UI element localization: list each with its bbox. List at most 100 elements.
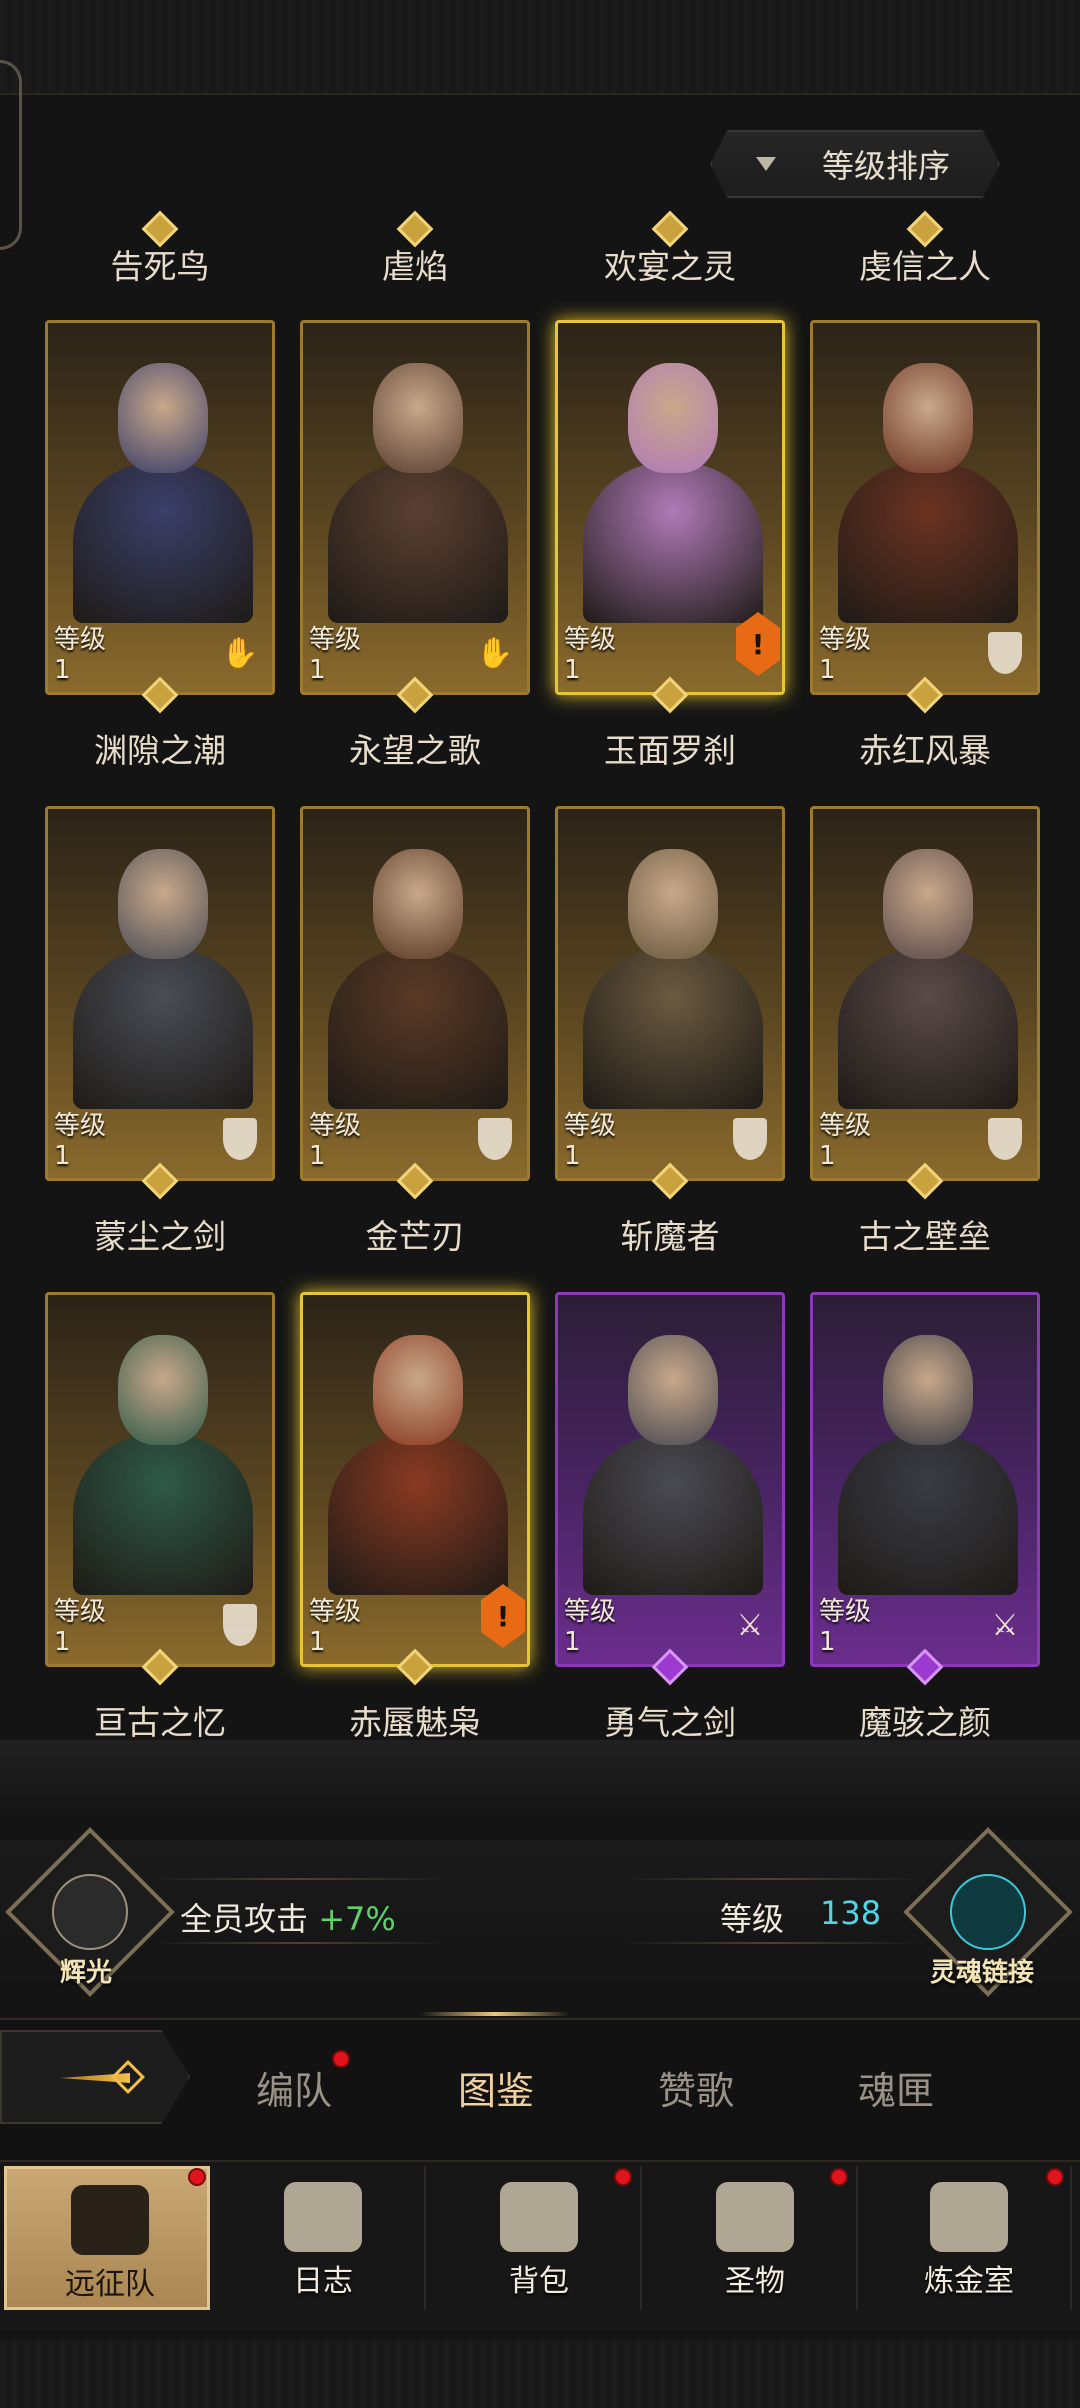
level-value: 1 <box>564 655 581 685</box>
compass-icon <box>36 1858 144 1966</box>
tab-hymns[interactable]: 赞歌 <box>616 2060 776 2115</box>
hero-name: 勇气之剑 <box>604 1703 736 1742</box>
nav-journal[interactable]: 日志 <box>220 2166 426 2310</box>
portrait-body <box>73 1435 253 1595</box>
hero-level: 等级 1 <box>564 1597 616 1657</box>
shield-icon <box>983 1114 1027 1164</box>
hero-card[interactable]: 等级 1 <box>810 320 1040 695</box>
level-label: 等级 <box>54 625 107 655</box>
shield-icon <box>728 1114 772 1164</box>
divider <box>620 1878 920 1880</box>
chalice-icon <box>716 2182 794 2252</box>
tab-soul-box[interactable]: 魂匣 <box>816 2060 976 2115</box>
portrait-body <box>328 1435 508 1595</box>
hero-level: 等级 1 <box>564 625 616 685</box>
tab-codex[interactable]: 图鉴 <box>416 2060 576 2115</box>
hero-portrait <box>63 343 263 623</box>
divider <box>620 1942 920 1944</box>
portrait-head <box>883 363 973 473</box>
level-value: 1 <box>819 1141 836 1171</box>
hero-portrait <box>573 343 773 623</box>
nav-label: 背包 <box>509 2264 569 2299</box>
nav-backpack[interactable]: 背包 <box>436 2166 642 2310</box>
hand-icon: ✋ <box>476 635 514 671</box>
hero-name: 赤蜃魅枭 <box>349 1703 481 1742</box>
hero-portrait <box>318 829 518 1109</box>
level-value: 1 <box>54 1141 71 1171</box>
hero-level: 等级 1 <box>309 625 361 685</box>
level-label: 等级 <box>54 1597 107 1627</box>
nav-alchemy[interactable]: 炼金室 <box>866 2166 1072 2310</box>
portrait-body <box>838 463 1018 623</box>
hero-portrait <box>573 829 773 1109</box>
level-label: 等级 <box>54 1111 107 1141</box>
portrait-head <box>628 1335 718 1445</box>
hero-card[interactable]: 等级 1 ✋ <box>45 320 275 695</box>
hero-name: 金芒刃 <box>365 1217 465 1256</box>
level-value: 1 <box>819 655 836 685</box>
hero-name: 赤红风暴 <box>859 731 991 770</box>
hero-card[interactable]: 等级 1 ⚔ <box>810 1292 1040 1667</box>
partial-row-fade <box>0 1740 1080 1820</box>
level-value: 1 <box>564 1141 581 1171</box>
notification-dot <box>188 2168 206 2186</box>
hero-level: 等级 1 <box>309 1597 361 1657</box>
hero-level: 等级 1 <box>54 1111 106 1171</box>
portrait-body <box>73 949 253 1109</box>
hero-card[interactable]: 等级 1 <box>810 806 1040 1181</box>
dropdown-triangle-icon <box>756 157 776 171</box>
alchemy-icon <box>930 2182 1008 2252</box>
hero-name: 亘古之忆 <box>94 1703 226 1742</box>
level-label: 等级 <box>564 625 617 655</box>
nav-expedition[interactable]: 远征队 <box>4 2166 210 2310</box>
level-label: 等级 <box>309 1597 362 1627</box>
hero-name: 玉面罗刹 <box>604 731 736 770</box>
nav-relics[interactable]: 圣物 <box>652 2166 858 2310</box>
orange-hex-icon: ! <box>736 612 780 676</box>
hero-portrait <box>828 829 1028 1109</box>
level-label: 等级 <box>819 1111 872 1141</box>
level-value: 1 <box>54 1627 71 1657</box>
stat-value: +7% <box>318 1900 396 1938</box>
hero-card[interactable]: 等级 1 <box>555 806 785 1181</box>
level-label: 等级 <box>309 625 362 655</box>
portrait-head <box>883 1335 973 1445</box>
hero-card[interactable]: 等级 1! <box>300 1292 530 1667</box>
nav-label: 日志 <box>293 2264 353 2299</box>
hero-portrait <box>63 829 263 1109</box>
sword-icon: ⚔ <box>991 1607 1019 1643</box>
backpack-icon <box>500 2182 578 2252</box>
shield-icon <box>473 1114 517 1164</box>
radiance-caption: 辉光 <box>60 1958 113 1988</box>
level-label: 等级 <box>819 625 872 655</box>
sort-label: 等级排序 <box>822 147 951 185</box>
shield-icon <box>983 628 1027 678</box>
hero-name: 斩魔者 <box>620 1217 720 1256</box>
nav-label: 炼金室 <box>924 2264 1014 2299</box>
hero-card[interactable]: 等级 1 <box>45 806 275 1181</box>
active-tab-indicator <box>420 2012 570 2016</box>
hero-portrait <box>63 1315 263 1595</box>
hero-card[interactable]: 等级 1 ✋ <box>300 320 530 695</box>
hero-name: 魔骇之颜 <box>859 1703 991 1742</box>
level-value: 1 <box>54 655 71 685</box>
horned-helmet-icon <box>71 2185 149 2255</box>
hero-name: 渊隙之潮 <box>94 731 226 770</box>
portrait-body <box>583 949 763 1109</box>
notification-dot <box>830 2168 848 2186</box>
portrait-head <box>628 849 718 959</box>
hero-card[interactable]: 等级 1 ⚔ <box>555 1292 785 1667</box>
portrait-body <box>328 949 508 1109</box>
hero-level: 等级 1 <box>54 1597 106 1657</box>
hero-card[interactable]: 等级 1! <box>555 320 785 695</box>
hero-portrait <box>828 343 1028 623</box>
hero-card[interactable]: 等级 1 <box>45 1292 275 1667</box>
hero-level: 等级 1 <box>564 1111 616 1171</box>
hero-name: 永望之歌 <box>349 731 481 770</box>
portrait-body <box>73 463 253 623</box>
tab-formation[interactable]: 编队 <box>214 2060 374 2115</box>
divider <box>150 1942 450 1944</box>
hero-card[interactable]: 等级 1 <box>300 806 530 1181</box>
hero-level: 等级 1 <box>819 1597 871 1657</box>
sort-button[interactable]: 等级排序 <box>710 130 1000 198</box>
